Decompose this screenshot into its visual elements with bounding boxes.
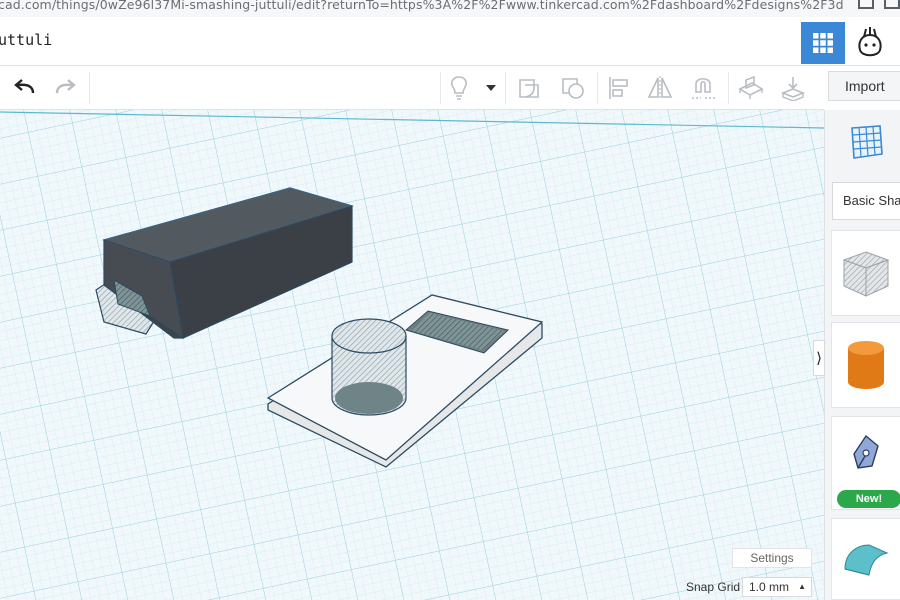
snap-grid-label: Snap Grid [686, 580, 741, 594]
ungroup-icon [562, 77, 584, 99]
snap-grid-select[interactable]: 1.0 mm ▲ [742, 577, 812, 597]
workplane-icon [738, 75, 764, 99]
redo-arrow-icon [55, 78, 76, 93]
workplane-tool-button[interactable] [831, 110, 900, 174]
url-text[interactable]: cad.com/things/0wZe96l37Mi-smashing-jutt… [0, 0, 844, 12]
lightbulb-icon [450, 75, 468, 100]
caret-down-icon [486, 84, 496, 91]
workplane-canvas[interactable] [0, 110, 824, 600]
align-icon [609, 76, 628, 99]
toolbar-divider [597, 72, 598, 104]
app-header: uttuli [0, 17, 900, 66]
shape-box-hole[interactable] [831, 230, 900, 316]
shape-category-dropdown[interactable]: Basic Sha [832, 182, 900, 220]
browser-url-bar[interactable]: cad.com/things/0wZe96l37Mi-smashing-jutt… [0, 0, 900, 18]
snap-grid-value: 1.0 mm [749, 580, 790, 594]
group-button[interactable] [510, 66, 548, 109]
screen-cast-icon[interactable] [858, 0, 874, 9]
undo-button[interactable] [6, 66, 42, 109]
mirror-icon [647, 75, 673, 100]
roof-shape-icon [844, 544, 889, 576]
ungroup-button[interactable] [554, 66, 592, 109]
group-icon [519, 78, 539, 98]
box-hole-icon [842, 251, 890, 297]
user-avatar-icon [858, 27, 882, 57]
pen-sketch-icon [853, 434, 879, 469]
import-button[interactable]: Import [828, 71, 900, 101]
design-title[interactable]: uttuli [0, 31, 52, 49]
shape-roof[interactable] [831, 518, 900, 600]
toolbar-divider [505, 72, 506, 104]
settings-button[interactable]: Settings [732, 548, 812, 568]
panel-collapse-toggle[interactable]: ⟩ [813, 340, 825, 376]
toolbar-divider [89, 72, 90, 104]
edit-toolbar [0, 66, 824, 110]
align-button[interactable] [602, 66, 636, 109]
user-avatar-button[interactable] [847, 22, 893, 64]
hole-cylinder-shape[interactable] [331, 318, 407, 416]
ruler-button[interactable] [775, 66, 811, 109]
snap-grid-arrow-icon: ▲ [798, 582, 806, 591]
cruise-button[interactable] [684, 66, 724, 109]
workplane-button[interactable] [733, 66, 769, 109]
cylinder-icon [848, 341, 884, 389]
light-button[interactable] [444, 66, 474, 109]
mirror-button[interactable] [642, 66, 678, 109]
undo-arrow-icon [14, 78, 35, 93]
new-badge: New! [837, 490, 900, 508]
grid-view-icon [813, 33, 833, 53]
shape-cylinder[interactable] [831, 322, 900, 408]
workplane-grid[interactable] [0, 110, 824, 600]
workplane-grid-icon [851, 125, 883, 159]
toolbar-divider [440, 72, 441, 104]
magnet-cruise-icon [692, 77, 716, 99]
grid-view-button[interactable] [801, 22, 845, 64]
toolbar-divider [728, 72, 729, 104]
shapes-panel: Basic Sha New! [824, 110, 900, 600]
redo-button[interactable] [48, 66, 84, 109]
ruler-drop-icon [780, 76, 806, 101]
extension-icon[interactable] [884, 0, 900, 9]
light-dropdown[interactable] [480, 66, 502, 109]
